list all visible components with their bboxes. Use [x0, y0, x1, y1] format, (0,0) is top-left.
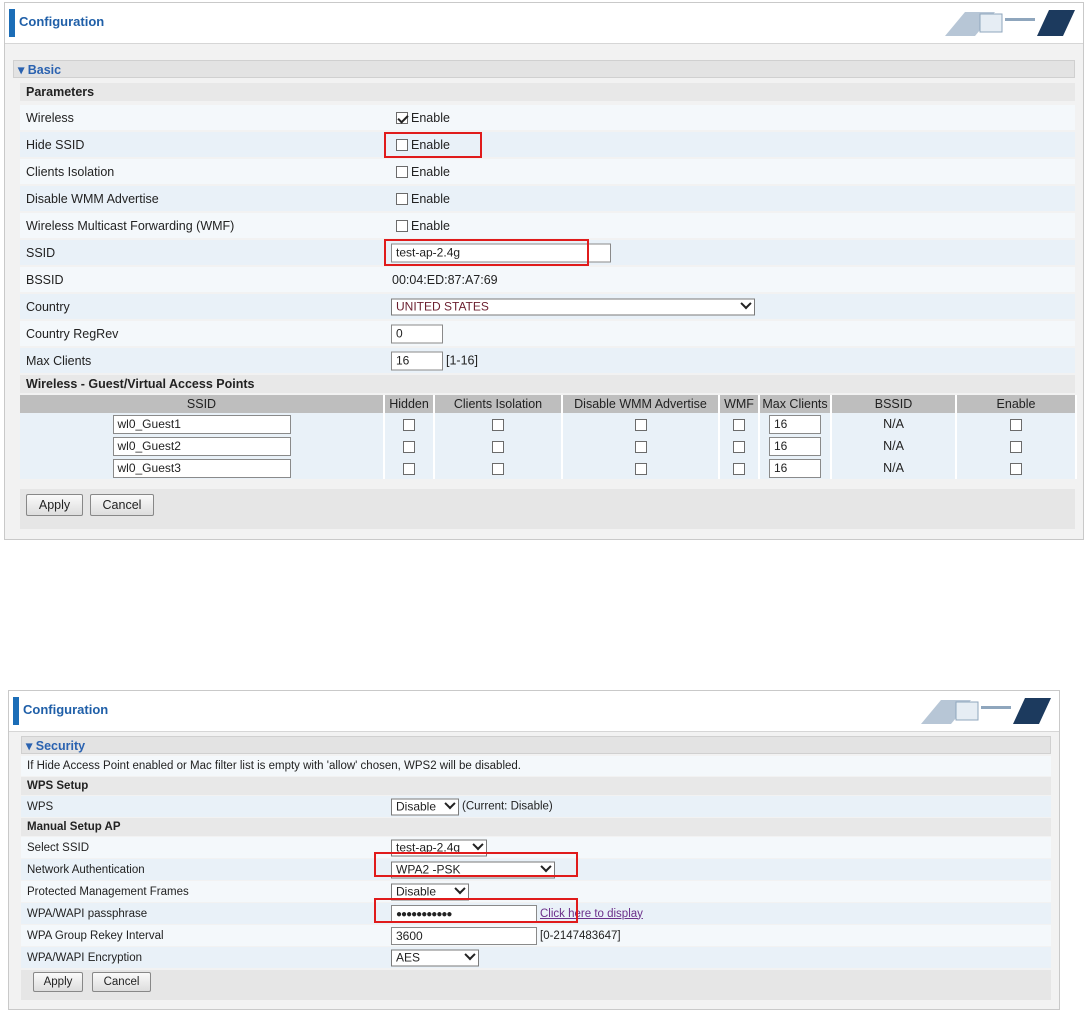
- wireless-row: Wireless Enable: [20, 105, 1075, 130]
- guest-isolation-checkbox[interactable]: [492, 462, 504, 475]
- apply-button[interactable]: Apply: [33, 972, 83, 992]
- highlight-ssid: [384, 239, 589, 266]
- guest-ap-heading: Wireless - Guest/Virtual Access Points: [20, 375, 1075, 393]
- wireless-enable-checkbox[interactable]: [396, 111, 408, 124]
- hide-ssid-row: Hide SSID Enable: [20, 132, 1075, 157]
- guest-wmm-checkbox[interactable]: [634, 462, 647, 475]
- cancel-button[interactable]: Cancel: [90, 494, 154, 516]
- guest-max-clients-input[interactable]: 16: [769, 458, 821, 478]
- apply-button[interactable]: Apply: [26, 494, 83, 516]
- header-accent-bar: [13, 697, 19, 725]
- guest-ssid-input[interactable]: wl0_Guest1: [112, 414, 291, 434]
- basic-config-panel: Configuration ▾ Basic Parameters Wireles…: [4, 2, 1084, 540]
- guest-bssid: N/A: [831, 413, 957, 435]
- section-security-title: ▾ Security: [26, 739, 86, 753]
- highlight-passphrase: [374, 898, 578, 923]
- col-max-clients: Max Clients: [759, 395, 832, 413]
- guest-wmf-checkbox[interactable]: [733, 440, 745, 453]
- parameters-heading: Parameters: [20, 83, 1075, 101]
- network-banner-icon: [921, 698, 1051, 724]
- table-row: wl0_Guest1 16 N/A: [20, 413, 1077, 435]
- guest-ssid-input[interactable]: wl0_Guest2: [112, 436, 291, 456]
- chevron-down-icon: [472, 839, 484, 851]
- table-row: wl0_Guest2 16 N/A: [20, 435, 1077, 457]
- clients-isolation-checkbox[interactable]: [396, 165, 408, 178]
- guest-hidden-checkbox[interactable]: [403, 462, 415, 475]
- disable-wmm-checkbox[interactable]: [396, 192, 408, 205]
- guest-hidden-checkbox[interactable]: [403, 440, 415, 453]
- guest-wmm-checkbox[interactable]: [634, 440, 647, 453]
- chevron-down-icon: [454, 883, 466, 895]
- wmf-checkbox[interactable]: [396, 219, 408, 232]
- config-header: Configuration: [9, 691, 1059, 732]
- country-regrev-input[interactable]: 0: [391, 324, 443, 343]
- guest-hidden-checkbox[interactable]: [403, 418, 415, 431]
- section-basic[interactable]: ▾ Basic: [13, 60, 1075, 78]
- col-clients-isolation: Clients Isolation: [434, 395, 563, 413]
- country-row: Country UNITED STATES: [20, 294, 1075, 319]
- col-hidden: Hidden: [384, 395, 435, 413]
- highlight-hide-ssid: [384, 132, 482, 158]
- table-row: wl0_Guest3 16 N/A: [20, 457, 1077, 479]
- guest-enable-checkbox[interactable]: [1010, 418, 1022, 431]
- manual-setup-heading: Manual Setup AP: [21, 818, 1051, 836]
- guest-ap-table: SSID Hidden Clients Isolation Disable WM…: [20, 395, 1077, 479]
- chevron-down-icon: [464, 949, 476, 961]
- guest-isolation-checkbox[interactable]: [492, 440, 504, 453]
- rekey-row: WPA Group Rekey Interval 3600 [0-2147483…: [21, 925, 1051, 946]
- section-basic-title: ▾ Basic: [18, 63, 62, 77]
- disable-wmm-row: Disable WMM Advertise Enable: [20, 186, 1075, 211]
- security-config-panel: Configuration ▾ Security If Hide Access …: [8, 690, 1060, 1010]
- guest-bssid: N/A: [831, 457, 957, 479]
- encryption-select[interactable]: AES: [391, 949, 479, 966]
- page-title: Configuration: [23, 702, 109, 717]
- guest-ssid-input[interactable]: wl0_Guest3: [112, 458, 291, 478]
- col-bssid: BSSID: [831, 395, 957, 413]
- guest-wmf-checkbox[interactable]: [733, 462, 745, 475]
- section-security[interactable]: ▾ Security: [21, 736, 1051, 754]
- max-clients-row: Max Clients 16 [1-16]: [20, 348, 1075, 373]
- country-regrev-row: Country RegRev 0: [20, 321, 1075, 346]
- highlight-network-auth: [374, 852, 578, 877]
- chevron-down-icon: [444, 798, 456, 810]
- wps-select[interactable]: Disable: [391, 798, 459, 815]
- wps-row: WPS Disable (Current: Disable): [21, 796, 1051, 817]
- cancel-button[interactable]: Cancel: [92, 972, 151, 992]
- guest-wmm-checkbox[interactable]: [634, 418, 647, 431]
- guest-enable-checkbox[interactable]: [1010, 440, 1022, 453]
- guest-bssid: N/A: [831, 435, 957, 457]
- chevron-down-icon: [740, 298, 752, 310]
- clients-isolation-row: Clients Isolation Enable: [20, 159, 1075, 184]
- wps-setup-heading: WPS Setup: [21, 777, 1051, 795]
- guest-max-clients-input[interactable]: 16: [769, 414, 821, 434]
- rekey-interval-input[interactable]: 3600: [391, 926, 537, 945]
- encryption-row: WPA/WAPI Encryption AES: [21, 947, 1051, 968]
- basic-button-bar: [20, 489, 1075, 529]
- col-enable: Enable: [956, 395, 1077, 413]
- network-banner-icon: [945, 10, 1075, 36]
- col-disable-wmm: Disable WMM Advertise: [562, 395, 720, 413]
- country-select[interactable]: UNITED STATES: [391, 298, 755, 315]
- guest-ap-header-row: SSID Hidden Clients Isolation Disable WM…: [20, 395, 1077, 413]
- security-button-bar: [21, 970, 1051, 1000]
- wmf-row: Wireless Multicast Forwarding (WMF) Enab…: [20, 213, 1075, 238]
- guest-max-clients-input[interactable]: 16: [769, 436, 821, 456]
- header-accent-bar: [9, 9, 15, 37]
- config-header: Configuration: [5, 3, 1083, 44]
- wps-notice-row: If Hide Access Point enabled or Mac filt…: [21, 756, 1051, 776]
- page-title: Configuration: [19, 14, 105, 29]
- bssid-row: BSSID 00:04:ED:87:A7:69: [20, 267, 1075, 292]
- guest-enable-checkbox[interactable]: [1010, 462, 1022, 475]
- col-ssid: SSID: [20, 395, 385, 413]
- col-wmf: WMF: [719, 395, 760, 413]
- bssid-value: 00:04:ED:87:A7:69: [392, 272, 498, 287]
- max-clients-input[interactable]: 16: [391, 351, 443, 370]
- guest-wmf-checkbox[interactable]: [733, 418, 745, 431]
- guest-isolation-checkbox[interactable]: [492, 418, 504, 431]
